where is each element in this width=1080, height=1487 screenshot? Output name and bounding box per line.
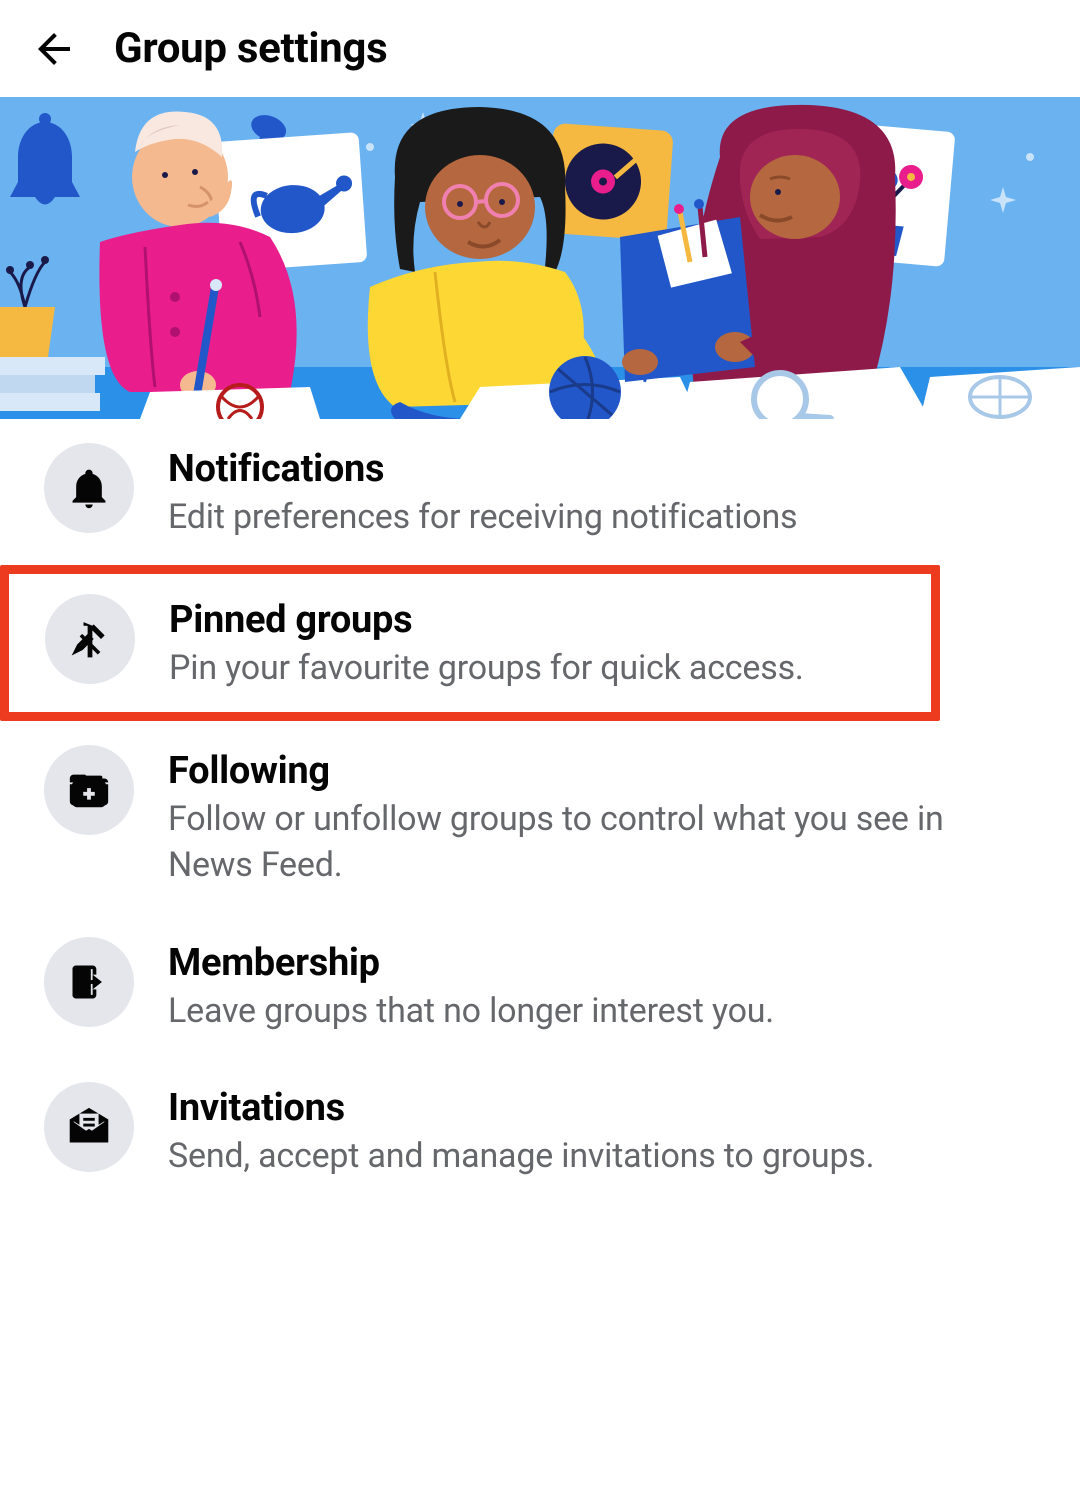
back-button[interactable] <box>30 25 78 73</box>
folder-plus-icon <box>44 745 134 835</box>
header: Group settings <box>0 0 1080 97</box>
invitations-item[interactable]: Invitations Send, accept and manage invi… <box>0 1058 1080 1204</box>
settings-list: Notifications Edit preferences for recei… <box>0 419 1080 1204</box>
item-subtitle: Edit preferences for receiving notificat… <box>168 495 1036 541</box>
item-text: Following Follow or unfollow groups to c… <box>168 745 1036 889</box>
arrow-left-icon <box>30 24 78 74</box>
item-title: Pinned groups <box>169 598 895 642</box>
page-title: Group settings <box>114 24 387 73</box>
pin-icon <box>45 594 135 684</box>
item-title: Notifications <box>168 447 1036 491</box>
following-item[interactable]: Following Follow or unfollow groups to c… <box>0 721 1080 913</box>
item-subtitle: Pin your favourite groups for quick acce… <box>169 646 895 692</box>
item-text: Notifications Edit preferences for recei… <box>168 443 1036 541</box>
item-title: Membership <box>168 941 1036 985</box>
membership-item[interactable]: Membership Leave groups that no longer i… <box>0 913 1080 1059</box>
item-title: Following <box>168 749 1036 793</box>
item-text: Invitations Send, accept and manage invi… <box>168 1082 1036 1180</box>
exit-icon <box>44 937 134 1027</box>
item-text: Pinned groups Pin your favourite groups … <box>169 594 895 692</box>
notifications-item[interactable]: Notifications Edit preferences for recei… <box>0 419 1080 565</box>
bell-icon <box>44 443 134 533</box>
item-subtitle: Follow or unfollow groups to control wha… <box>168 797 1036 889</box>
item-subtitle: Leave groups that no longer interest you… <box>168 989 1036 1035</box>
pinned-groups-item[interactable]: Pinned groups Pin your favourite groups … <box>0 565 940 721</box>
banner-illustration <box>0 97 1080 419</box>
envelope-icon <box>44 1082 134 1172</box>
item-title: Invitations <box>168 1086 1036 1130</box>
item-text: Membership Leave groups that no longer i… <box>168 937 1036 1035</box>
item-subtitle: Send, accept and manage invitations to g… <box>168 1134 1036 1180</box>
